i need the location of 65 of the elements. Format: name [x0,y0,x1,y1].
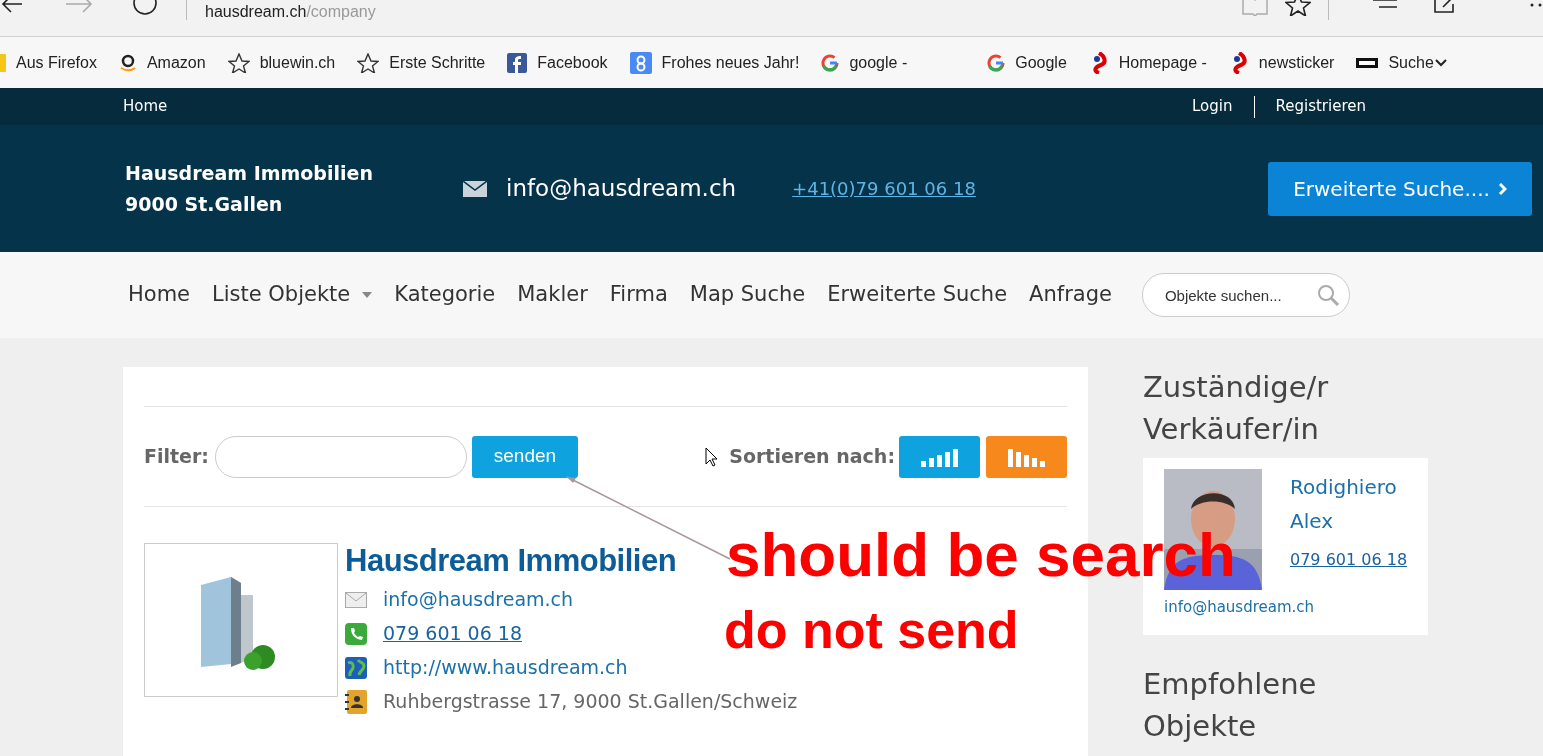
company-phone-link[interactable]: 079 601 06 18 [383,619,522,648]
filter-label: Filter: [144,444,209,470]
bookmark[interactable]: bluewin.ch [227,50,336,75]
google-plus-icon [629,51,652,74]
envelope-icon [345,591,367,608]
bookmark[interactable]: Aus Firefox [0,50,97,75]
advanced-search-button[interactable]: Erweiterte Suche.... [1268,161,1532,216]
chevron-down-icon[interactable] [1433,57,1448,68]
bookmark[interactable]: google - [821,50,908,75]
nav-item[interactable]: Liste Objekte [206,279,379,311]
sort-label: Sortieren nach: [729,444,895,470]
nav-item[interactable]: Home [122,279,196,311]
address-bar[interactable]: hausdream.ch/company [205,2,376,22]
cursor-icon [705,446,720,467]
annotation-text: should be search [726,524,1236,586]
google-icon [821,53,840,72]
ascending-bars-icon [919,446,960,467]
nav-item[interactable]: Anfrage [1023,279,1118,311]
star-icon [227,52,250,73]
google-icon [987,53,1006,72]
agent-last-name: Alex [1290,508,1335,535]
agent-email: info@hausdream.ch [1164,597,1316,618]
nav-item[interactable]: Erweiterte Suche [821,279,1014,311]
home-link[interactable]: Home [123,95,168,118]
company-website-link[interactable]: http://www.hausdream.ch [383,653,628,682]
mail-icon [463,180,487,197]
sort-ascending-button[interactable] [899,435,980,478]
bookmark[interactable]: Amazon [118,50,206,75]
header-phone-link[interactable]: +41(0)79 601 06 18 [792,175,976,202]
company-address: Ruhbergstrasse 17, 9000 St.Gallen/Schweiz [383,689,798,715]
login-link[interactable]: Login [1192,95,1233,118]
company-email: info@hausdream.ch [383,587,574,613]
star-icon [357,52,380,73]
bookmark[interactable]: newsticker [1228,50,1335,75]
address-book-icon [345,689,367,714]
sidebar-heading: Empfohlene Objekte [1143,666,1318,745]
nav-item[interactable]: Makler [511,279,594,311]
search-field[interactable]: Objekte suchen... [1141,273,1350,317]
company-name: Hausdream Immobilien [125,160,374,186]
filter-field[interactable] [214,435,467,478]
nav-item[interactable]: Map Suche [683,279,812,311]
back-icon[interactable] [0,0,24,14]
bookmark[interactable]: Suche [1356,50,1434,75]
company-city: 9000 St.Gallen [125,191,284,217]
register-link[interactable]: Registrieren [1275,95,1366,118]
header-email: info@hausdream.ch [506,174,737,204]
bookmark[interactable]: Facebook [507,50,608,75]
refresh-icon[interactable] [132,0,158,16]
pen-icon[interactable] [1433,0,1457,14]
agent-first-name: Rodighiero [1290,474,1398,501]
agent-phone-link[interactable]: 079 601 06 18 [1290,548,1408,572]
descending-bars-icon [1006,446,1047,467]
bookmark[interactable]: Frohes neues Jahr! [629,50,800,75]
annotation-text: do not send [724,604,1019,656]
nav-item[interactable]: Firma [603,279,674,311]
bookmark[interactable]: Erste Schritte [357,50,486,75]
chevron-right-icon [1497,181,1507,196]
facebook-icon [507,52,528,73]
star-icon[interactable] [1285,0,1311,16]
more-icon[interactable] [1529,2,1543,8]
sidebar-heading: Zuständige/r Verkäufer/in [1143,369,1330,448]
bookmark[interactable]: Homepage - [1088,50,1207,75]
phone-icon [345,622,367,645]
bookmark[interactable]: Google [987,50,1067,75]
nav-item[interactable]: Kategorie [388,279,502,311]
